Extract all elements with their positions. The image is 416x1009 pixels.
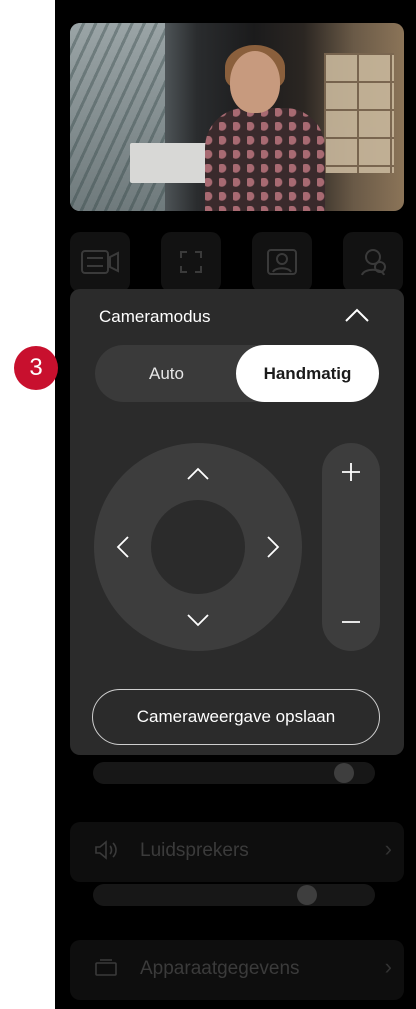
chevron-up-icon [187,467,209,480]
speakers-label: Luidsprekers [140,840,249,861]
chevron-right-icon: › [384,836,392,861]
chevron-down-icon [187,614,209,627]
device-icon [94,958,118,984]
speaker-track-icon[interactable] [252,232,312,292]
zoom-out-button[interactable] [338,609,364,635]
step-number-badge: 3 [14,346,58,390]
upper-slider[interactable] [93,762,375,784]
pan-tilt-pad [94,443,302,651]
frames-icon[interactable] [161,232,221,292]
chevron-up-icon[interactable] [344,307,370,327]
speaker-icon [94,840,118,866]
chevron-left-icon [116,536,129,558]
chevron-right-icon: › [384,954,392,979]
zoom-control [322,443,380,651]
pan-right-button[interactable] [260,534,286,560]
pad-center [151,500,245,594]
upper-slider-knob[interactable] [334,763,354,783]
plus-icon [342,463,360,481]
device-info-row[interactable]: Apparaatgegevens › [70,940,404,1000]
speaker-volume-knob[interactable] [297,885,317,905]
minus-icon [342,621,360,623]
mode-auto-option[interactable]: Auto [95,345,238,402]
pan-left-button[interactable] [110,534,136,560]
camera-mode-title: Cameramodus [99,307,211,326]
camera-toolbar [70,232,404,292]
camera-mode-card: Cameramodus Auto Handmatig Cameraweergav… [70,289,404,755]
speakers-row[interactable]: Luidsprekers › [70,822,404,882]
save-camera-view-button[interactable]: Cameraweergave opslaan [92,689,380,745]
device-info-label: Apparaatgegevens [140,958,300,979]
tilt-down-button[interactable] [185,607,211,633]
speaker-volume-slider[interactable] [93,884,375,906]
zoom-in-button[interactable] [338,459,364,485]
presenter-icon[interactable] [343,232,403,292]
chevron-right-icon [267,536,280,558]
mode-manual-option[interactable]: Handmatig [236,345,379,402]
self-view-video [70,23,404,211]
camera-settings-icon[interactable] [70,232,130,292]
camera-mode-toggle: Auto Handmatig [95,345,379,402]
tilt-up-button[interactable] [185,461,211,487]
